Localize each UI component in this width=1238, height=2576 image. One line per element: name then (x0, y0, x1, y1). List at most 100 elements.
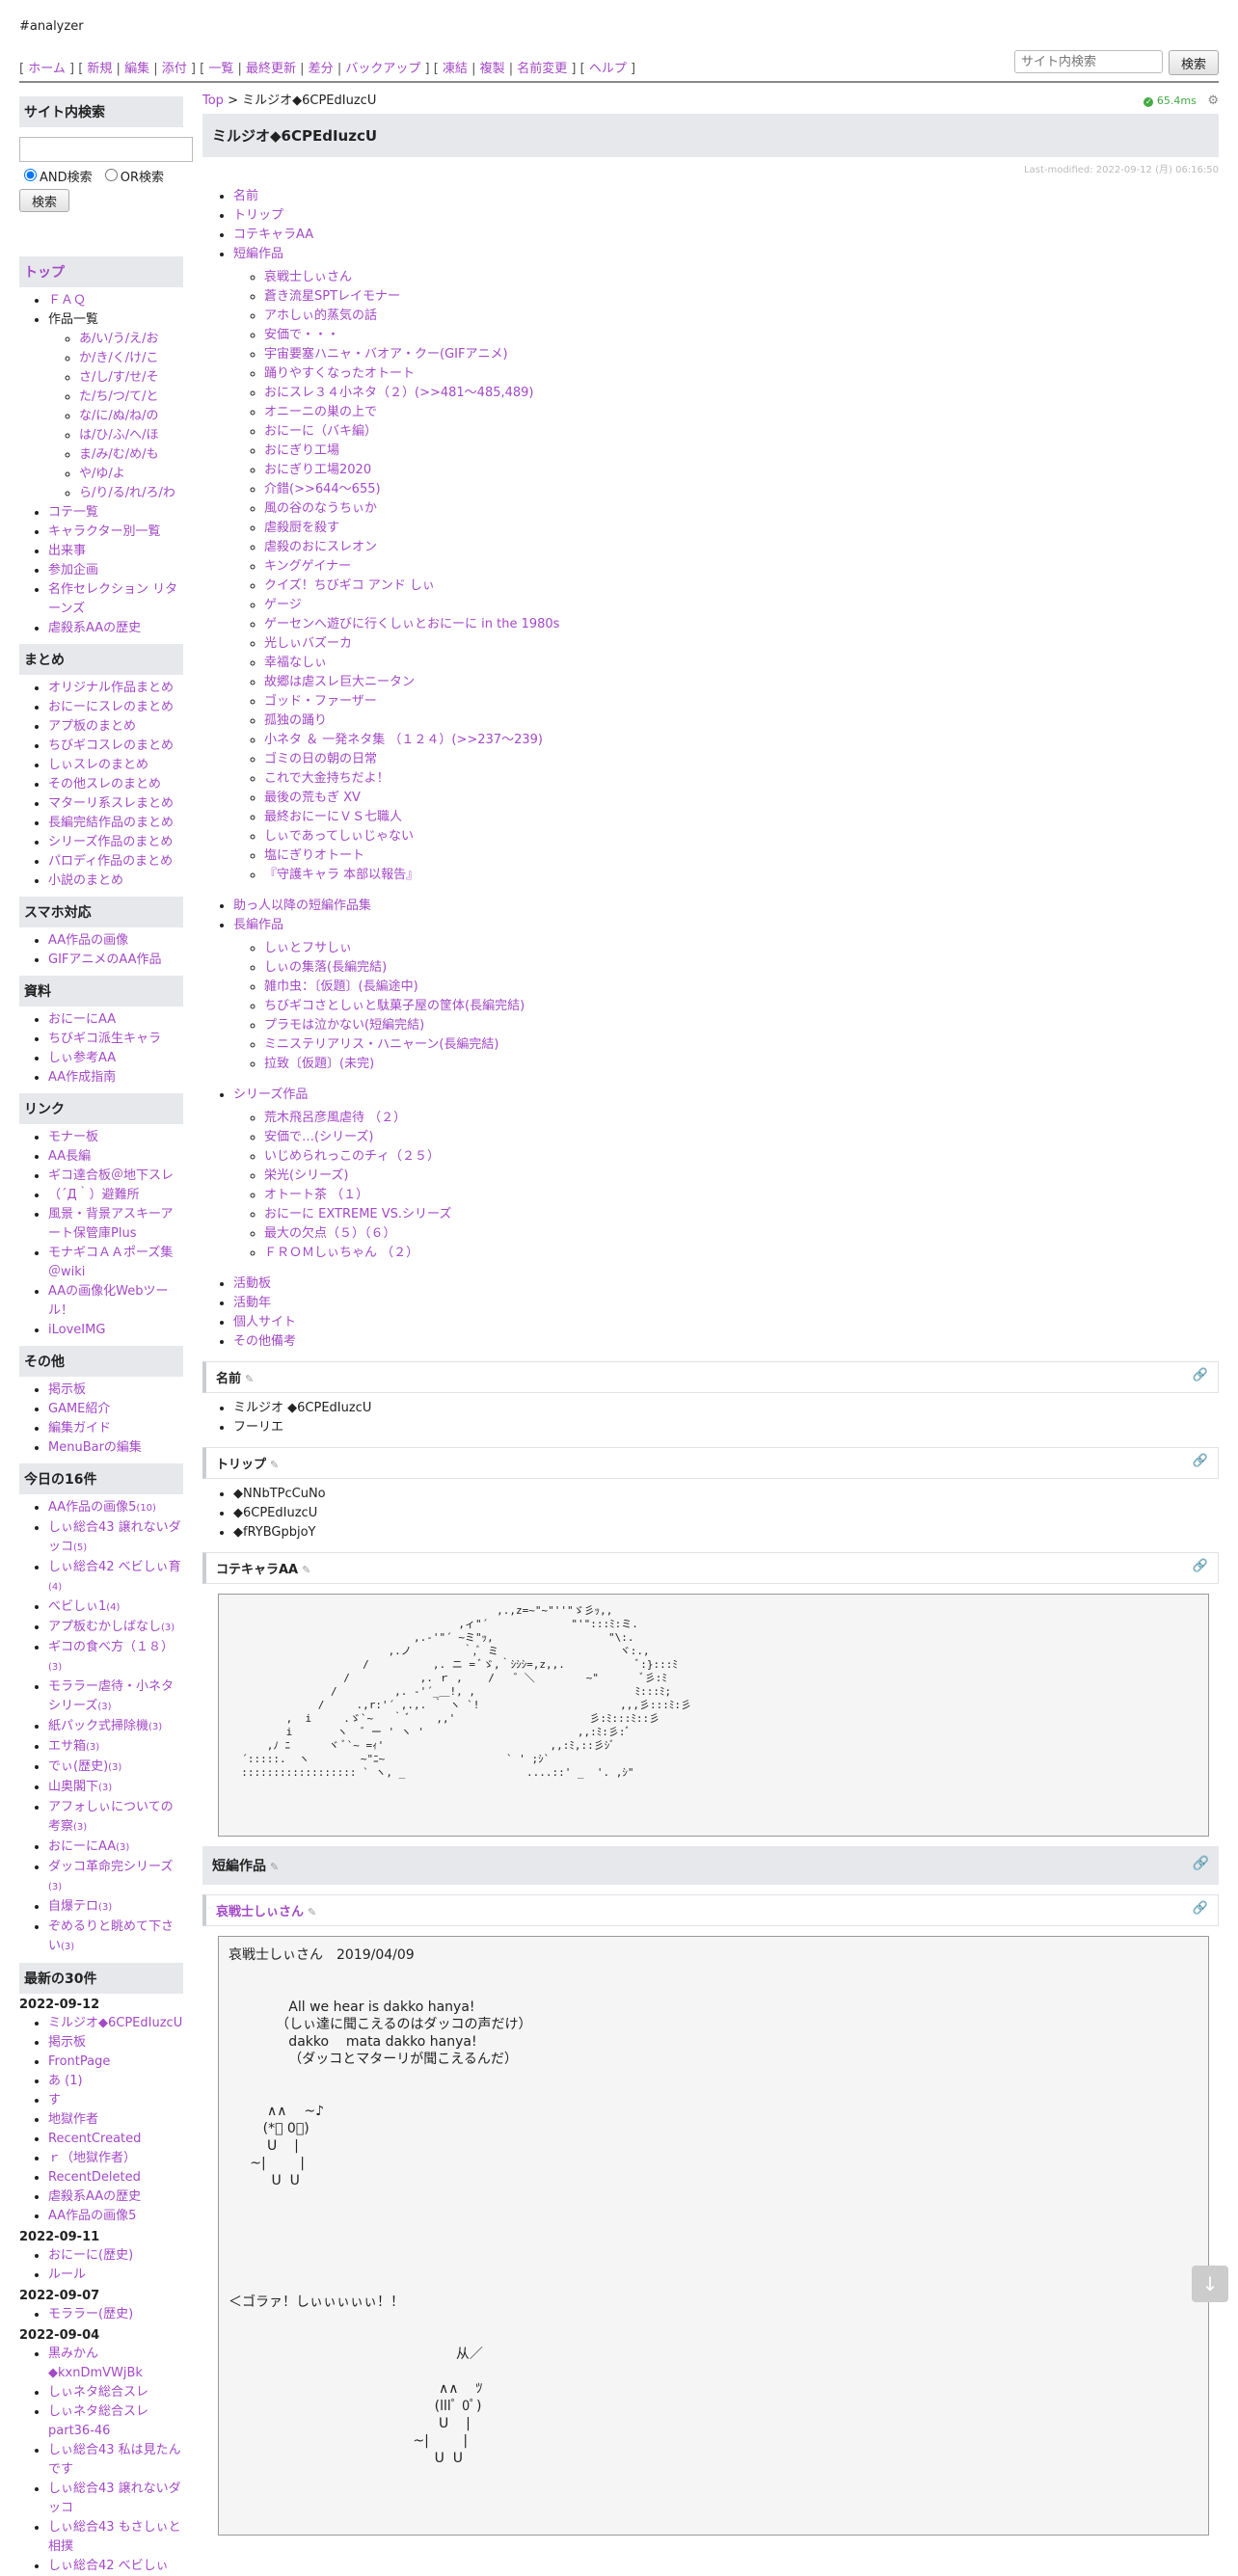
toc-item[interactable]: おにーに（バキ編） (264, 422, 1219, 442)
works-index-item-label[interactable]: は/ひ/ふ/へ/ほ (79, 428, 159, 443)
toc-item[interactable]: 虐殺のおにスレオン (264, 538, 1219, 557)
recent-item[interactable]: RecentCreated (48, 2130, 183, 2149)
sidebar-item[interactable]: コテ一覧 (48, 503, 183, 523)
toc-item[interactable]: 最終おにーにＶＳ七職人 (264, 808, 1219, 827)
today-item[interactable]: おにーにAA(3) (48, 1838, 183, 1858)
sidebar-matome-item-label[interactable]: ちびギコスレのまとめ (48, 738, 174, 753)
sidebar-matome-item[interactable]: しぃスレのまとめ (48, 756, 183, 775)
toc-item[interactable]: 活動年 (233, 1294, 1219, 1313)
toc-item-label[interactable]: おにぎり工場 (264, 443, 339, 458)
toc-item-label[interactable]: 介錯(>>644～655) (264, 482, 381, 496)
toc-item-label[interactable]: アホしぃ的蒸気の話 (264, 309, 377, 323)
works-index-item-label[interactable]: ま/み/む/め/も (79, 447, 159, 462)
toc-item-label[interactable]: 孤独の踊り (264, 713, 327, 728)
sidebar-other-item[interactable]: 掲示板 (48, 1381, 183, 1400)
recent-item[interactable]: しぃネタ総合スレ (48, 2383, 183, 2402)
toc-item-label[interactable]: 長編作品 (233, 918, 283, 932)
today-item-label[interactable]: 自爆テロ (48, 1899, 98, 1914)
sidebar-item[interactable]: キャラクター別一覧 (48, 523, 183, 542)
today-item-label[interactable]: しぃ総合43 譲れないダッコ (48, 1520, 181, 1554)
toc-item[interactable]: 塩にぎりオトート (264, 846, 1219, 866)
works-index-item-label[interactable]: た/ち/つ/て/と (79, 389, 159, 404)
works-index-item-label[interactable]: あ/い/う/え/お (79, 332, 159, 346)
nav-link[interactable]: バックアップ (345, 62, 420, 76)
recent-item-label[interactable]: しぃ総合43 私は見たんです (48, 2443, 181, 2477)
works-index-item[interactable]: あ/い/う/え/お (79, 330, 183, 349)
today-item-label[interactable]: エサ箱 (48, 1739, 86, 1754)
sidebar-matome-item-label[interactable]: パロディ作品のまとめ (48, 854, 173, 869)
edit-pencil-icon[interactable]: ✎ (308, 1906, 316, 1919)
sidebar-smartphone-item[interactable]: AA作品の画像 (48, 931, 183, 951)
recent-item-label[interactable]: しぃネタ総合スレ (48, 2385, 148, 2400)
toc-item[interactable]: しぃの集落(長編完結) (264, 958, 1219, 978)
recent-item[interactable]: 虐殺系AAの歴史 (48, 2187, 183, 2207)
sidebar-item[interactable]: 出来事 (48, 542, 183, 561)
or-radio[interactable] (104, 169, 118, 181)
today-item[interactable]: ダッコ革命完シリーズ (3) (48, 1858, 183, 1897)
today-item[interactable]: でぃ(歴史)(3) (48, 1758, 183, 1778)
today-item[interactable]: アプ板むかしばなし(3) (48, 1618, 183, 1638)
toc-item-label[interactable]: おにーに（バキ編） (264, 424, 377, 439)
sidebar-smartphone-item[interactable]: GIFアニメのAA作品 (48, 951, 183, 970)
toc-item[interactable]: ゴッド・ファーザー (264, 692, 1219, 711)
nav-link[interactable]: 最終更新 (246, 62, 296, 76)
sidebar-material-item[interactable]: おにーにAA (48, 1010, 183, 1030)
today-item[interactable]: しぃ総合43 譲れないダッコ(5) (48, 1518, 183, 1558)
toc-item-label[interactable]: 小ネタ ＆ 一発ネタ集 （１２４）(>>237～239) (264, 733, 543, 747)
toc-item[interactable]: 長編作品しぃとフサしぃしぃの集落(長編完結) 雑巾虫：〔仮題〕(長編途中) ちびギコ… (233, 916, 1219, 1074)
nav-link[interactable]: ホーム (28, 62, 66, 76)
toc-item[interactable]: 光しぃバズーカ (264, 634, 1219, 654)
sidebar-matome-item-label[interactable]: おにーにスレのまとめ (48, 700, 174, 714)
toc-item-label[interactable]: 短編作品 (233, 247, 283, 261)
toc-item[interactable]: オニーニの巣の上で (264, 403, 1219, 422)
toc-item-label[interactable]: おにスレ３４小ネタ（２）(>>481～485,489) (264, 386, 534, 400)
toc-item-label[interactable]: コテキャラAA (233, 228, 313, 242)
today-item[interactable]: しぃ総合42 べビしぃ育 (4) (48, 1558, 183, 1597)
nav-link[interactable]: 複製 (480, 62, 505, 76)
toc-item-label[interactable]: プラモは泣かない(短編完結) (264, 1018, 424, 1033)
sidebar-other-item[interactable]: MenuBarの編集 (48, 1438, 183, 1458)
recent-item[interactable]: す (48, 2091, 183, 2110)
sidebar-matome-item-label[interactable]: 小説のまとめ (48, 873, 123, 888)
sidebar-matome-item-label[interactable]: しぃスレのまとめ (48, 758, 148, 772)
toc-item-label[interactable]: ゲージ (264, 598, 302, 612)
sidebar-material-item-label[interactable]: しぃ参考AA (48, 1051, 116, 1065)
toc-item-label[interactable]: 塩にぎりオトート (264, 848, 364, 863)
sidebar-link-item-label[interactable]: （´Д｀）避難所 (48, 1188, 140, 1202)
toc-item-label[interactable]: オニーニの巣の上で (264, 405, 377, 419)
sidebar-smartphone-item-label[interactable]: GIFアニメのAA作品 (48, 953, 162, 967)
sidebar-item[interactable]: 名作セレクション リターンズ (48, 580, 183, 619)
sidebar-link-item-label[interactable]: AA長編 (48, 1149, 91, 1164)
recent-item[interactable]: 地獄作者 (48, 2110, 183, 2130)
works-index-item[interactable]: ら/り/る/れ/ろ/わ (79, 484, 183, 503)
anchor-link-icon[interactable]: 🔗 (1193, 1454, 1208, 1472)
recent-item-label[interactable]: 黒みかん ◆kxnDmVWjBk (48, 2347, 143, 2380)
toc-item[interactable]: おにスレ３４小ネタ（２）(>>481～485,489) (264, 384, 1219, 403)
toc-item-label[interactable]: おにーに EXTREME VS.シリーズ (264, 1207, 451, 1221)
today-item[interactable]: 自爆テロ(3) (48, 1897, 183, 1918)
toc-item[interactable]: おにーに EXTREME VS.シリーズ (264, 1205, 1219, 1224)
sidebar-item-label[interactable]: コテ一覧 (48, 505, 98, 520)
toc-item[interactable]: 栄光(シリーズ) (264, 1167, 1219, 1186)
works-index-item-label[interactable]: や/ゆ/よ (79, 467, 125, 481)
sidebar-other-item-label[interactable]: 編集ガイド (48, 1421, 111, 1436)
sidebar-top-link[interactable]: トップ (19, 256, 183, 287)
gear-icon[interactable]: ⚙ (1207, 94, 1219, 108)
recent-item-label[interactable]: おにーに(歴史) (48, 2248, 133, 2263)
toc-item[interactable]: ＦＲＯＭしぃちゃん （２） (264, 1244, 1219, 1263)
sidebar-material-item[interactable]: AA作成指南 (48, 1068, 183, 1087)
sidebar-link-item-label[interactable]: モナー板 (48, 1130, 98, 1144)
anchor-link-icon[interactable]: 🔗 (1193, 1559, 1208, 1577)
recent-item[interactable]: AA作品の画像5 (48, 2207, 183, 2226)
today-item-label[interactable]: でぃ(歴史) (48, 1759, 108, 1774)
sidebar-item-label[interactable]: 名作セレクション リターンズ (48, 582, 177, 616)
toc-item[interactable]: いじめられっこのチィ（２５） (264, 1147, 1219, 1167)
today-item-label[interactable]: ギコの食べ方（１８） (48, 1640, 174, 1654)
nav-link[interactable]: 添付 (162, 62, 187, 76)
sidebar-material-item-label[interactable]: おにーにAA (48, 1012, 116, 1027)
recent-item[interactable]: FrontPage (48, 2053, 183, 2072)
toc-item-label[interactable]: 活動板 (233, 1276, 271, 1291)
sidebar-link-item[interactable]: AA長編 (48, 1147, 183, 1167)
recent-item[interactable]: ミルジオ◆6CPEdIuzcU (48, 2014, 183, 2033)
works-index-item[interactable]: な/に/ぬ/ね/の (79, 407, 183, 426)
